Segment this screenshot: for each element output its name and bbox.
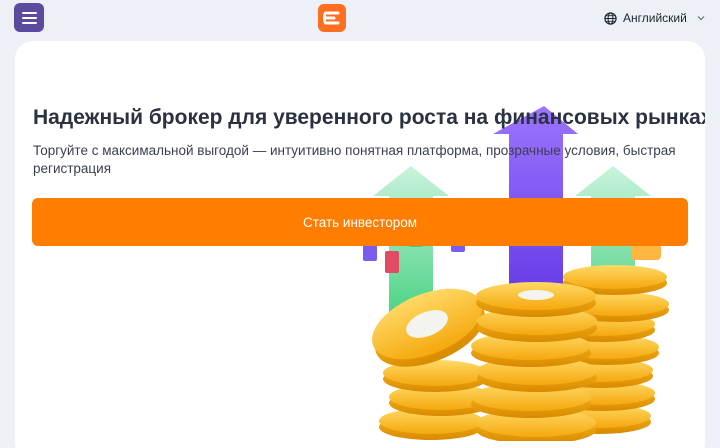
language-selector[interactable]: Английский — [604, 10, 705, 26]
language-label: Английский — [623, 11, 687, 25]
coin-stack-center — [471, 282, 597, 441]
hero-card: Надежный брокер для уверенного роста на … — [15, 41, 705, 448]
menu-button[interactable] — [14, 3, 44, 32]
globe-icon — [604, 11, 617, 25]
become-investor-button[interactable]: Стать инвестором — [32, 198, 688, 246]
page-subtitle: Торгуйте с максимальной выгодой — интуит… — [33, 143, 676, 176]
brand-logo[interactable] — [318, 4, 346, 32]
hamburger-menu-icon — [21, 11, 37, 14]
logo-mark-icon — [323, 11, 340, 25]
top-bar: Английский — [0, 0, 720, 40]
page-title: Надежный брокер для уверенного роста на … — [33, 106, 705, 129]
chevron-down-icon — [697, 16, 705, 21]
